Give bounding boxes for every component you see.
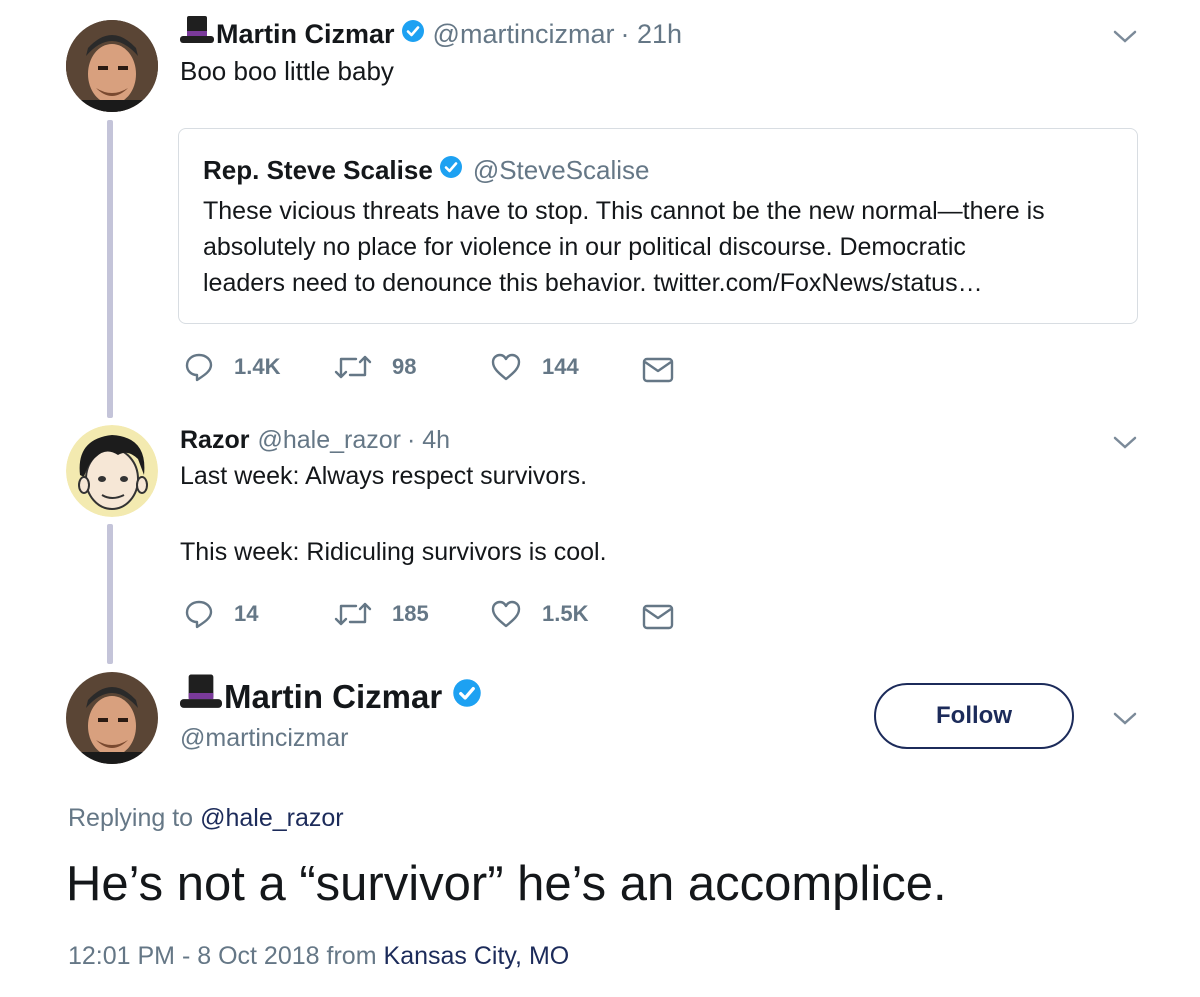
replying-to: Replying to @hale_razor bbox=[68, 804, 344, 833]
reply-count: 14 bbox=[234, 601, 259, 626]
tweet-time[interactable]: · 4h bbox=[407, 426, 450, 455]
chevron-down-icon[interactable] bbox=[1112, 710, 1138, 728]
author-name[interactable]: Martin Cizmar bbox=[216, 19, 395, 50]
avatar[interactable] bbox=[66, 20, 158, 112]
top-hat-emoji-icon bbox=[180, 674, 222, 720]
verified-badge-icon bbox=[439, 155, 463, 186]
author-handle[interactable]: @hale_razor bbox=[257, 426, 401, 455]
main-tweet-text: He’s not a “survivor” he’s an accomplice… bbox=[66, 857, 947, 911]
quoted-tweet-text: These vicious threats have to stop. This… bbox=[203, 193, 1045, 301]
retweet-icon bbox=[334, 602, 372, 626]
verified-badge-icon bbox=[452, 678, 482, 716]
author-handle[interactable]: @martincizmar bbox=[180, 724, 348, 753]
quoted-author-handle: @SteveScalise bbox=[472, 155, 650, 185]
quoted-tweet-header: Rep. Steve Scalise @SteveScalise bbox=[203, 155, 650, 186]
tweet-time[interactable]: · 21h bbox=[620, 19, 682, 50]
envelope-icon bbox=[642, 357, 674, 383]
reply-count: 1.4K bbox=[234, 354, 281, 379]
like-count: 1.5K bbox=[542, 601, 589, 626]
quoted-tweet[interactable]: Rep. Steve Scalise @SteveScalise These v… bbox=[178, 128, 1138, 324]
tweet-text-line: Last week: Always respect survivors. bbox=[180, 462, 588, 490]
tweet-text-line: This week: Ridiculing survivors is cool. bbox=[180, 538, 607, 566]
quoted-text-line: These vicious threats have to stop. This… bbox=[203, 197, 1045, 225]
retweet-count: 98 bbox=[392, 354, 417, 379]
tweet-text: Boo boo little baby bbox=[180, 56, 394, 86]
envelope-icon bbox=[642, 604, 674, 630]
thread-line bbox=[107, 120, 113, 418]
main-tweet-header: Martin Cizmar bbox=[180, 674, 482, 720]
chevron-down-icon[interactable] bbox=[1112, 28, 1138, 46]
top-hat-emoji-icon bbox=[180, 15, 214, 53]
author-name[interactable]: Martin Cizmar bbox=[224, 678, 442, 716]
follow-button[interactable]: Follow bbox=[874, 683, 1074, 749]
follow-label: Follow bbox=[936, 702, 1012, 729]
from-label: from bbox=[326, 942, 377, 970]
quoted-text-line: absolutely no place for violence in our … bbox=[203, 233, 966, 261]
tweet-meta: 12:01 PM - 8 Oct 2018 from Kansas City, … bbox=[68, 942, 569, 971]
heart-icon bbox=[491, 600, 521, 628]
reply-button[interactable]: 14 bbox=[184, 599, 258, 629]
replying-prefix: Replying to bbox=[68, 804, 194, 832]
quoted-text-line: leaders need to denounce this behavior. … bbox=[203, 269, 983, 297]
chevron-down-icon[interactable] bbox=[1112, 434, 1138, 452]
retweet-button[interactable]: 98 bbox=[334, 352, 416, 382]
author-name[interactable]: Razor bbox=[180, 426, 249, 455]
quoted-author-name: Rep. Steve Scalise bbox=[203, 155, 433, 185]
retweet-button[interactable]: 185 bbox=[334, 599, 429, 629]
timestamp[interactable]: 12:01 PM - 8 Oct 2018 bbox=[68, 942, 320, 971]
reply-icon bbox=[185, 353, 213, 382]
thread-line bbox=[107, 524, 113, 664]
replying-to-handle-link[interactable]: @hale_razor bbox=[200, 804, 344, 833]
retweet-count: 185 bbox=[392, 601, 429, 626]
avatar[interactable] bbox=[66, 672, 158, 764]
reply-button[interactable]: 1.4K bbox=[184, 352, 280, 382]
like-count: 144 bbox=[542, 354, 579, 379]
direct-message-button[interactable] bbox=[642, 603, 694, 631]
avatar[interactable] bbox=[66, 425, 158, 517]
tweet-header: Razor @hale_razor · 4h bbox=[180, 424, 450, 456]
like-button[interactable]: 144 bbox=[490, 352, 579, 382]
reply-icon bbox=[185, 600, 213, 629]
direct-message-button[interactable] bbox=[642, 356, 694, 384]
heart-icon bbox=[491, 353, 521, 381]
verified-badge-icon bbox=[401, 19, 425, 50]
like-button[interactable]: 1.5K bbox=[490, 599, 588, 629]
retweet-icon bbox=[334, 355, 372, 379]
location-link[interactable]: Kansas City, MO bbox=[384, 942, 570, 971]
author-handle[interactable]: @martincizmar bbox=[433, 19, 615, 50]
tweet-header: Martin Cizmar @martincizmar · 21h bbox=[180, 14, 682, 54]
